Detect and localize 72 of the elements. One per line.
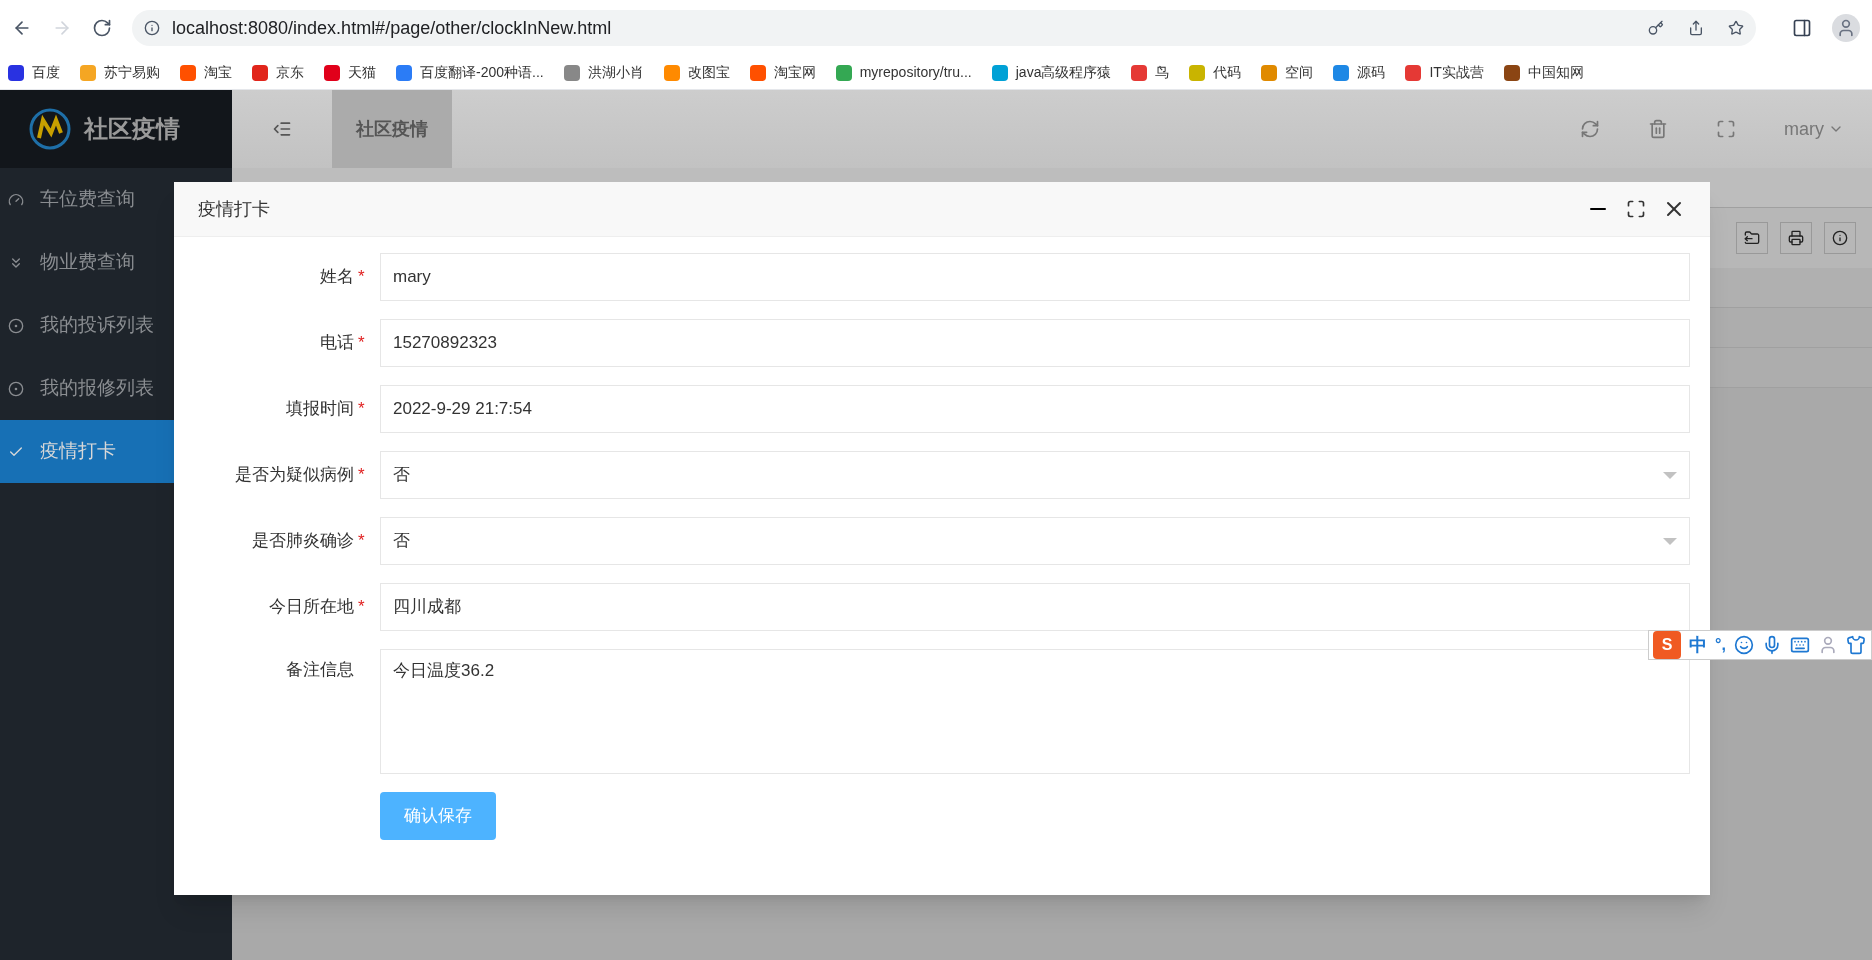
bookmark-link[interactable]: 百度 (32, 62, 60, 83)
profile-avatar[interactable] (1832, 14, 1860, 42)
key-icon[interactable] (1648, 20, 1664, 36)
bookmark-link[interactable]: 改图宝 (687, 62, 730, 83)
bookmark-link[interactable]: 中国知网 (1527, 62, 1584, 83)
select-field[interactable]: 否 (380, 451, 1690, 499)
bookmark-link[interactable]: 代码 (1213, 62, 1242, 83)
bookmark-link[interactable]: 苏宁易购 (104, 62, 160, 83)
app-title: 社区疫情 (84, 114, 180, 144)
ime-mode[interactable]: 中 (1689, 631, 1707, 659)
modal-title: 疫情打卡 (198, 197, 270, 221)
input-field[interactable]: 15270892323 (380, 319, 1690, 367)
bookmark-link[interactable]: IT实战营 (1429, 62, 1484, 83)
select-field[interactable]: 否 (380, 517, 1690, 565)
field-label: 备注信息 (286, 659, 354, 681)
required-mark: * (358, 530, 366, 553)
refresh-icon[interactable] (1580, 119, 1600, 139)
field-label: 是否为疑似病例 (235, 464, 354, 487)
ime-logo-icon: S (1653, 631, 1681, 659)
ime-punctuation[interactable]: °, (1715, 633, 1726, 657)
input-field[interactable]: mary (380, 253, 1690, 301)
required-mark: * (358, 266, 366, 289)
collapse-menu-icon[interactable] (272, 119, 292, 139)
shirt-icon[interactable] (1845, 635, 1866, 655)
info-button[interactable] (1824, 222, 1856, 254)
bookmark-link[interactable]: 洪湖小肖 (587, 62, 644, 83)
keyboard-icon[interactable] (1789, 635, 1810, 655)
circle-dot-icon (8, 380, 24, 397)
input-field[interactable]: 四川成都 (380, 583, 1690, 631)
folder-export-icon (1744, 230, 1760, 246)
required-mark: * (358, 596, 366, 619)
required-mark: * (358, 464, 366, 487)
field-label: 姓名 (320, 266, 354, 289)
bookmark-link[interactable]: 鸟 (1155, 62, 1170, 83)
field-label: 今日所在地 (269, 596, 354, 619)
emoji-icon[interactable] (1733, 635, 1754, 655)
bookmark-link[interactable]: 淘宝网 (773, 62, 816, 83)
bookmark-link[interactable]: 淘宝 (204, 62, 232, 83)
field-label: 填报时间 (286, 398, 354, 421)
bookmark-link[interactable]: 京东 (276, 62, 304, 83)
required-mark: * (358, 398, 366, 421)
sidebar-item[interactable]: 我的报修列表 (0, 357, 232, 420)
info-icon[interactable] (144, 20, 160, 36)
required-mark: * (358, 332, 366, 355)
reload-icon[interactable] (92, 18, 112, 38)
printer-icon (1788, 230, 1804, 246)
side-panel-icon[interactable] (1792, 18, 1812, 38)
gauge-icon (8, 191, 24, 208)
input-field[interactable]: 2022-9-29 21:7:54 (380, 385, 1690, 433)
bookmark-link[interactable]: 空间 (1285, 62, 1314, 83)
field-label: 是否肺炎确诊 (252, 530, 354, 553)
address-bar[interactable]: localhost:8080/index.html#/page/other/clockInNew.html (132, 10, 1756, 46)
fullscreen-icon[interactable] (1716, 119, 1736, 139)
share-icon[interactable] (1688, 20, 1704, 36)
maximize-icon[interactable] (1626, 199, 1646, 219)
textarea-field[interactable]: 今日温度36.2 (380, 649, 1690, 774)
star-icon[interactable] (1728, 20, 1744, 36)
sidebar-item[interactable]: 物业费查询 (0, 231, 232, 294)
trash-icon[interactable] (1648, 119, 1668, 139)
bookmark-link[interactable]: 百度翻译-200种语... (420, 62, 544, 83)
bookmark-link[interactable]: 源码 (1357, 62, 1386, 83)
url-text: localhost:8080/index.html#/page/other/clockInNew.html (172, 16, 612, 40)
logo-icon (28, 107, 72, 151)
print-button[interactable] (1780, 222, 1812, 254)
export-button[interactable] (1736, 222, 1768, 254)
circle-dot-icon (8, 317, 24, 334)
field-label: 电话 (320, 332, 354, 355)
bookmark-link[interactable]: 天猫 (348, 62, 376, 83)
info-icon (1832, 230, 1848, 246)
bookmark-link[interactable]: myrepository/tru... (859, 62, 972, 83)
sidebar-item[interactable]: 我的投诉列表 (0, 294, 232, 357)
bookmark-link[interactable]: java高级程序猿 (1015, 62, 1112, 83)
